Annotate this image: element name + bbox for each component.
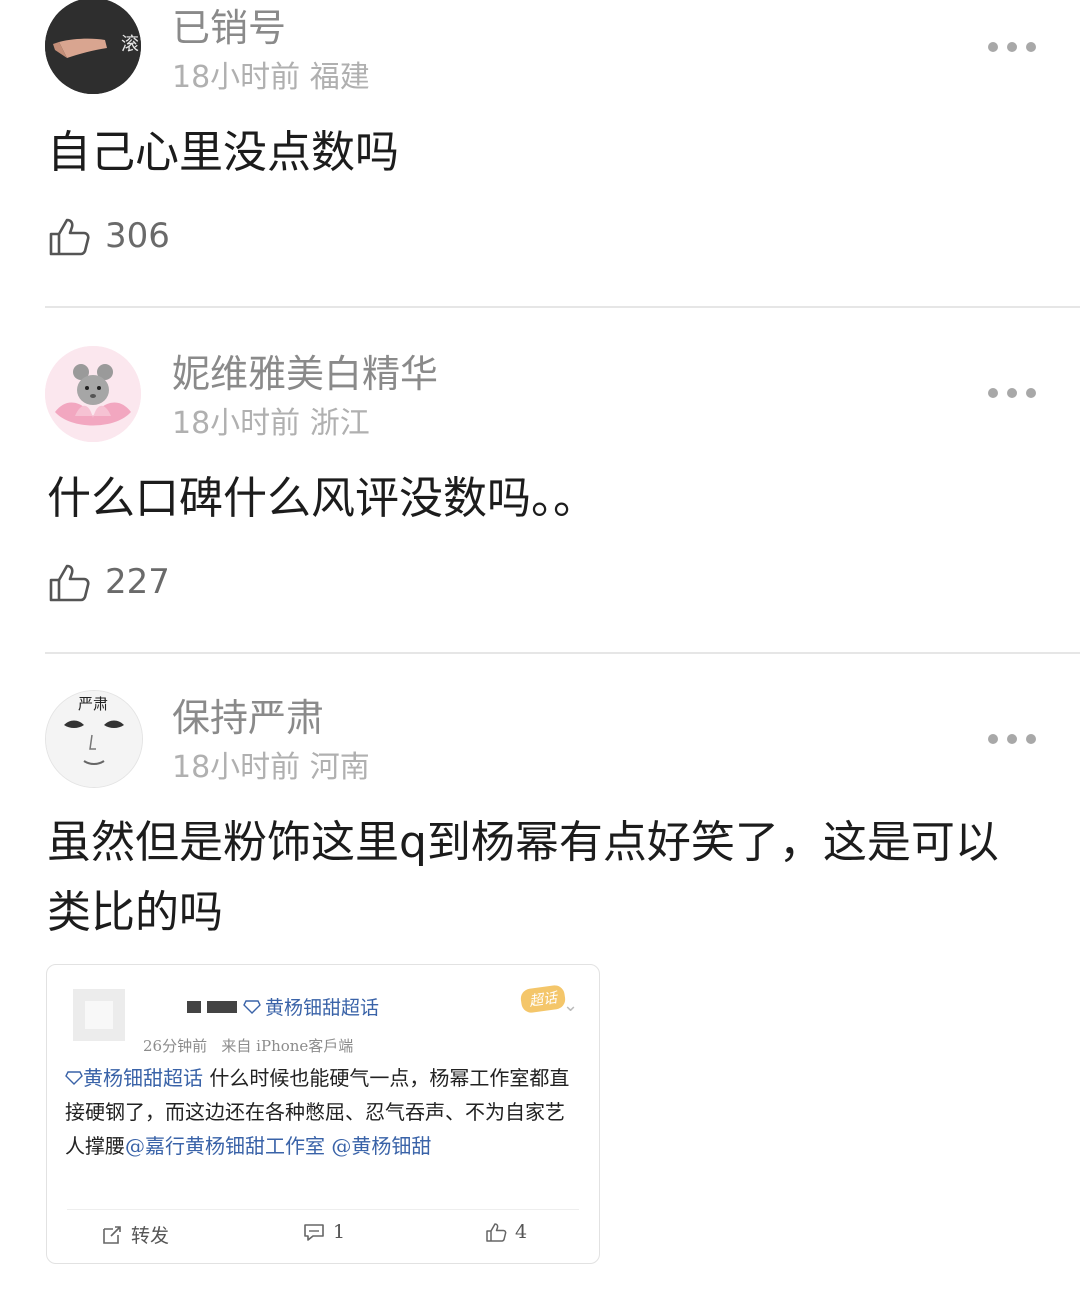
avatar[interactable]: 严肃 xyxy=(45,690,143,788)
comment-time: 18小时前 xyxy=(172,406,301,441)
repost-label: 转发 xyxy=(131,1225,170,1247)
post-source: 来自 iPhone客戶端 xyxy=(221,1037,354,1055)
like-button[interactable]: 227 xyxy=(47,560,170,604)
comment-text: 虽然但是粉饰这里q到杨幂有点好笑了，这是可以类比的吗 xyxy=(47,817,999,938)
more-icon[interactable] xyxy=(988,732,1036,746)
super-topic-name: 黄杨钿甜超话 xyxy=(265,997,380,1019)
comment-location: 浙江 xyxy=(309,406,370,441)
comment-location: 河南 xyxy=(309,750,370,785)
avatar[interactable]: 滚 xyxy=(45,0,141,94)
diamond-icon xyxy=(65,1071,83,1085)
post-actions: 转发 1 4 xyxy=(47,1213,599,1253)
username[interactable]: 妮维雅美白精华 xyxy=(172,352,438,396)
comment-icon xyxy=(304,1224,324,1241)
post-avatar xyxy=(73,989,125,1041)
like-count: 4 xyxy=(515,1221,528,1243)
comment-time: 18小时前 xyxy=(172,60,301,95)
avatar-text: 滚 xyxy=(121,34,139,55)
comment-time: 18小时前 xyxy=(172,750,301,785)
mention-link[interactable]: @黄杨钿甜 xyxy=(331,1134,431,1158)
avatar[interactable] xyxy=(45,346,141,442)
comment-meta: 18小时前 河南 xyxy=(172,750,370,786)
username[interactable]: 已销号 xyxy=(172,6,286,50)
more-icon[interactable] xyxy=(988,40,1036,54)
post-time-value: 26分钟前 xyxy=(143,1037,208,1055)
diamond-icon xyxy=(243,999,261,1014)
redacted-block xyxy=(207,1000,237,1013)
avatar-lotus-mouse-image xyxy=(45,346,141,442)
comment-meta: 18小时前 浙江 xyxy=(172,406,370,442)
comment-location: 福建 xyxy=(309,60,370,95)
super-topic-tag: 超话 xyxy=(519,984,567,1014)
repost-button[interactable]: 转发 xyxy=(101,1221,169,1248)
super-topic-link[interactable]: 黄杨钿甜超话 xyxy=(83,1066,203,1090)
more-icon[interactable] xyxy=(988,386,1036,400)
post-text: 黄杨钿甜超话 什么时候也能硬气一点，杨幂工作室都直接硬钢了，而这边还在各种憋屈、… xyxy=(65,1061,581,1163)
thumbs-up-icon xyxy=(49,218,90,256)
comment-button[interactable]: 1 xyxy=(303,1221,345,1243)
mention-link[interactable]: @嘉行黄杨钿甜工作室 xyxy=(125,1134,325,1158)
comment-text: 什么口碑什么风评没数吗。。 xyxy=(47,473,597,524)
post-time: 26分钟前 来自 iPhone客戶端 xyxy=(143,1035,353,1056)
like-count: 306 xyxy=(105,216,170,256)
comment-text: 自己心里没点数吗 xyxy=(47,127,399,178)
post-author: 黄杨钿甜超话 xyxy=(187,993,379,1020)
username[interactable]: 保持严肃 xyxy=(172,696,324,740)
thumbs-up-icon xyxy=(49,564,90,602)
thumbs-up-icon xyxy=(486,1223,507,1242)
divider xyxy=(45,306,1080,308)
comment-meta: 18小时前 福建 xyxy=(172,60,370,96)
like-button[interactable]: 306 xyxy=(47,214,170,258)
embedded-post-image[interactable]: 黄杨钿甜超话 超话 ⌄ 26分钟前 来自 iPhone客戶端 黄杨钿甜超话 什么… xyxy=(46,964,600,1264)
like-button[interactable]: 4 xyxy=(485,1221,527,1243)
comment-count: 1 xyxy=(333,1221,346,1243)
like-count: 227 xyxy=(105,562,170,602)
redacted-block xyxy=(187,1000,201,1013)
divider xyxy=(67,1209,579,1210)
chevron-down-icon[interactable]: ⌄ xyxy=(563,995,578,1016)
avatar-text: 严肃 xyxy=(78,695,109,713)
divider xyxy=(45,652,1080,654)
repost-icon xyxy=(103,1225,121,1244)
